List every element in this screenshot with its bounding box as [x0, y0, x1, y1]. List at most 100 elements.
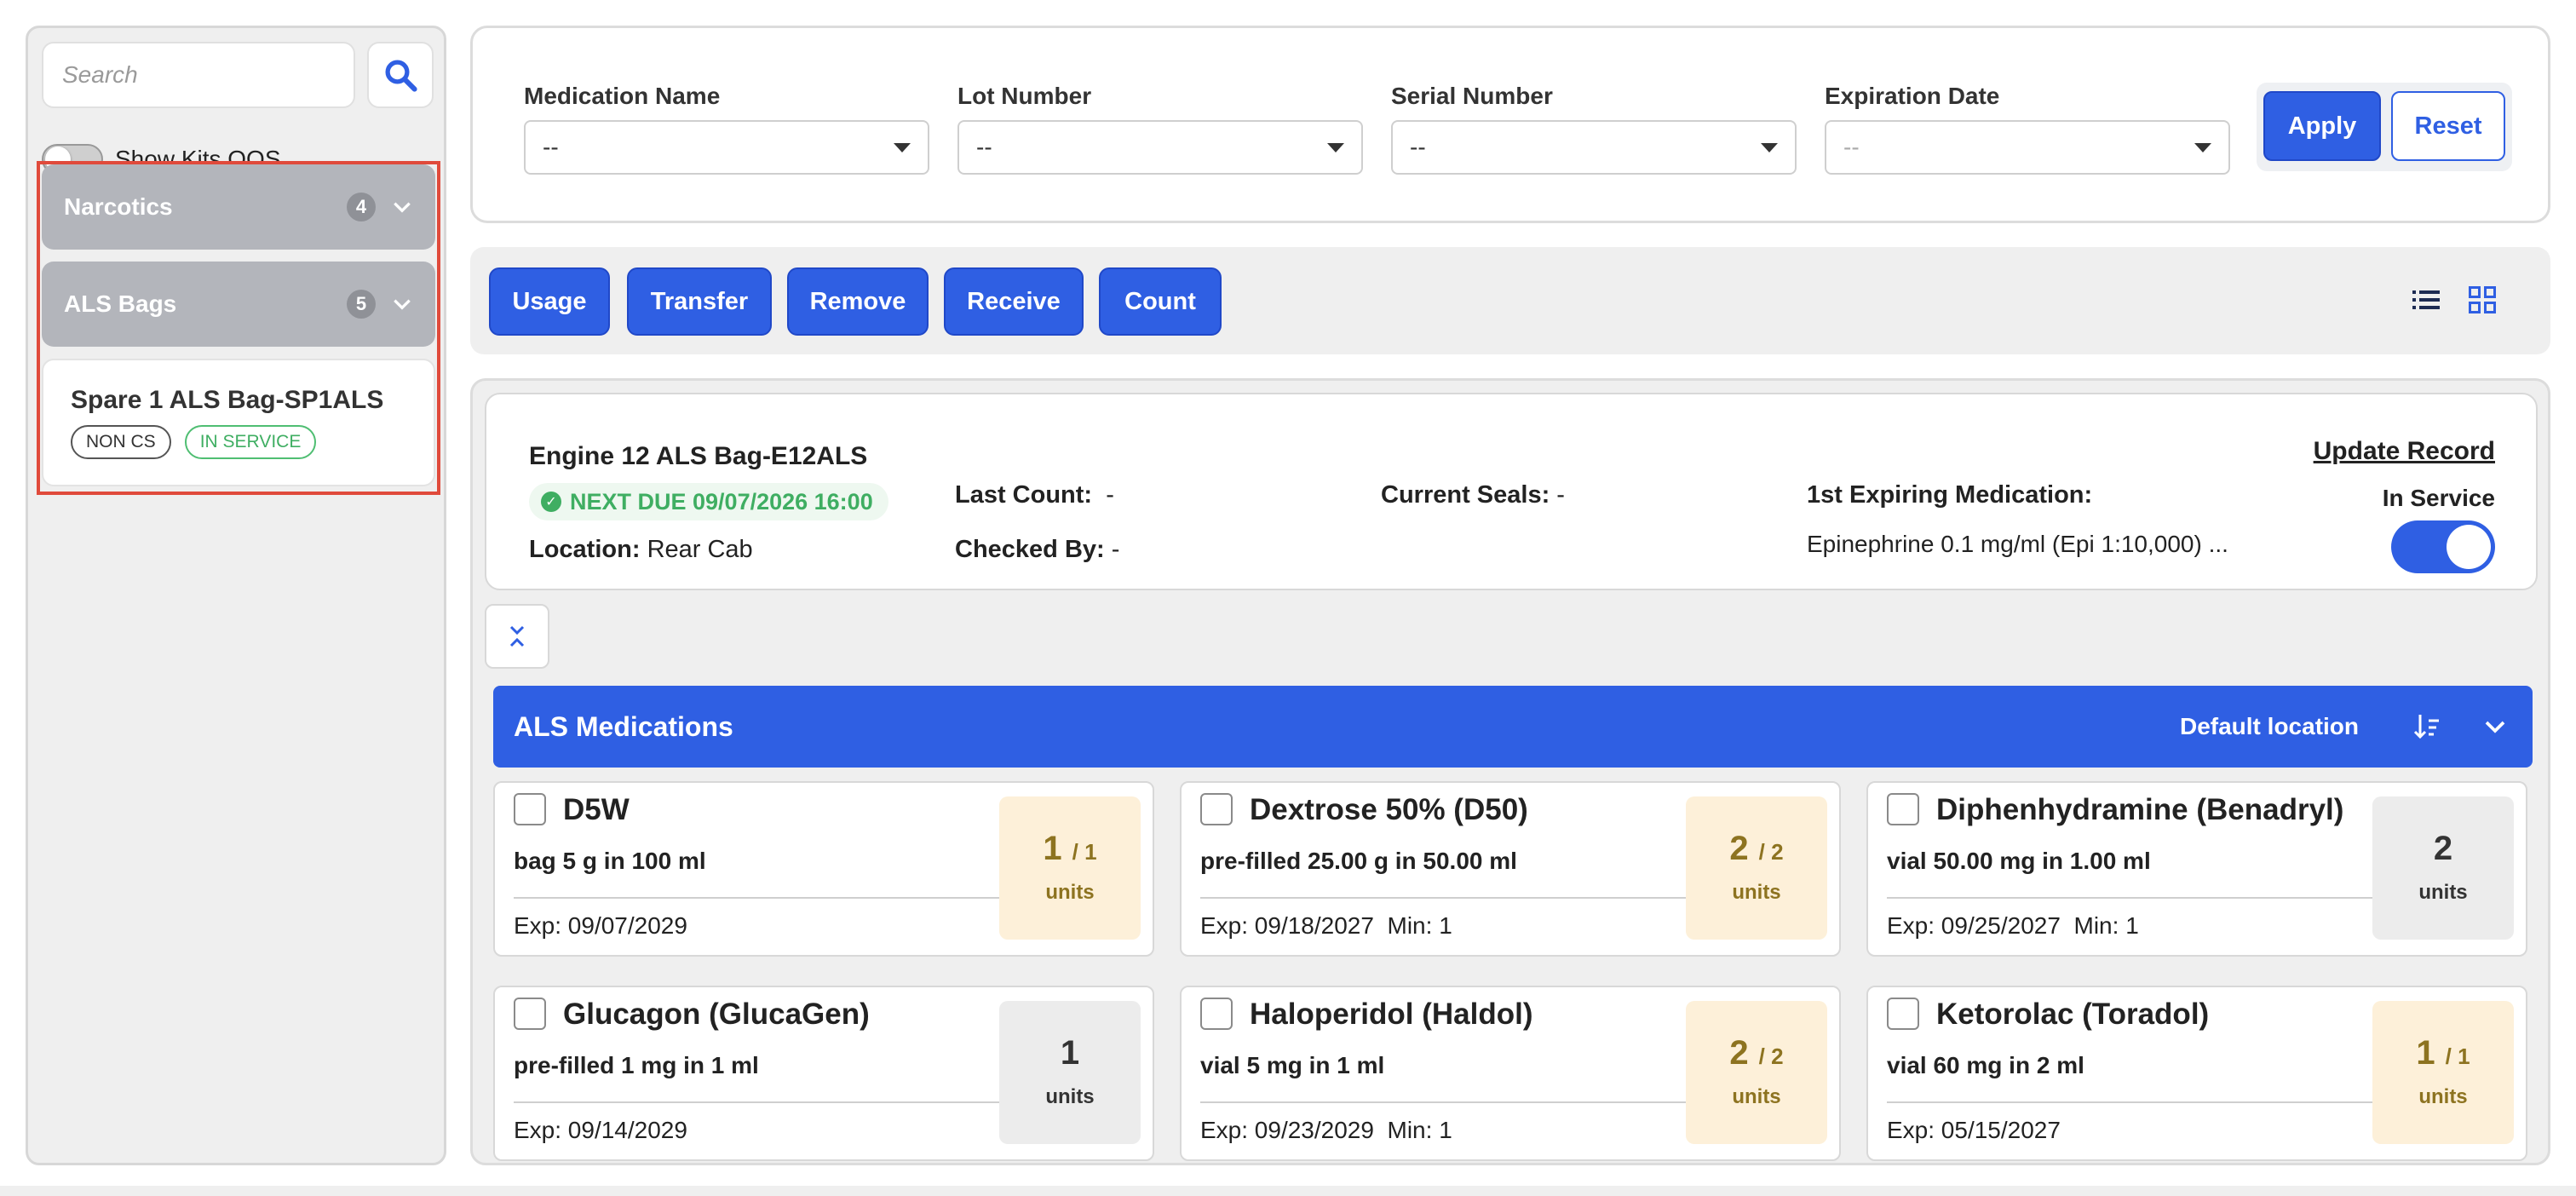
non-cs-badge: NON CS	[71, 425, 171, 459]
medication-name: D5W	[563, 793, 630, 826]
in-service-toggle[interactable]	[2391, 520, 2495, 573]
medication-checkbox[interactable]	[514, 793, 546, 825]
quantity-box: 2 units	[2372, 796, 2514, 940]
last-count-value: -	[1106, 481, 1114, 509]
list-view-icon[interactable]	[2407, 281, 2445, 319]
min-value: Min: 1	[1387, 912, 1452, 939]
expiration-date-filter: Expiration Date --	[1825, 83, 2230, 175]
chevron-down-icon[interactable]	[2478, 710, 2512, 744]
collapse-all-button[interactable]	[485, 604, 549, 669]
medication-card[interactable]: Ketorolac (Toradol) vial 60 mg in 2 ml Exp…	[1866, 986, 2527, 1161]
select-value: --	[976, 134, 992, 160]
lot-number-filter: Lot Number --	[957, 83, 1363, 175]
expiration-row: Exp: 09/14/2029	[514, 1117, 687, 1144]
usage-button[interactable]: Usage	[489, 267, 610, 336]
in-service-badge: IN SERVICE	[184, 425, 317, 459]
group-label: ALS Bags	[64, 290, 177, 317]
filter-label: Medication Name	[524, 83, 721, 109]
action-bar: Usage Transfer Remove Receive Count	[470, 247, 2550, 354]
expiration-row: Exp: 05/15/2027	[1887, 1117, 2061, 1144]
medication-name-select[interactable]: --	[524, 120, 929, 175]
medication-card[interactable]: D5W bag 5 g in 100 ml Exp: 09/07/2029 1 / 1 u…	[493, 781, 1154, 957]
medication-detail: bag 5 g in 100 ml	[514, 848, 706, 874]
kit-title: Engine 12 ALS Bag-E12ALS	[529, 442, 868, 470]
medication-name: Diphenhydramine (Benadryl)	[1936, 793, 2344, 826]
count-button[interactable]: Count	[1099, 267, 1222, 336]
divider	[1887, 897, 2395, 899]
collapse-chevrons-icon	[509, 625, 525, 647]
chevron-down-icon[interactable]	[391, 293, 413, 315]
search-icon	[385, 60, 417, 92]
medication-checkbox[interactable]	[1887, 793, 1919, 825]
reset-button[interactable]: Reset	[2391, 91, 2505, 161]
medication-checkbox[interactable]	[1200, 998, 1233, 1030]
section-location: Default location	[2179, 713, 2359, 739]
medication-checkbox[interactable]	[514, 998, 546, 1030]
count-badge: 4	[347, 193, 376, 221]
remove-button[interactable]: Remove	[787, 267, 929, 336]
quantity-unit: units	[1045, 881, 1095, 904]
group-label: Narcotics	[64, 193, 173, 220]
medication-detail: pre-filled 1 mg in 1 ml	[514, 1052, 759, 1078]
apply-button[interactable]: Apply	[2263, 91, 2381, 161]
medication-checkbox[interactable]	[1887, 998, 1919, 1030]
quantity-unit: units	[1045, 1085, 1095, 1108]
medication-card[interactable]: Diphenhydramine (Benadryl) vial 50.00 mg …	[1866, 781, 2527, 957]
medication-card[interactable]: Dextrose 50% (D50) pre-filled 25.00 g in …	[1180, 781, 1841, 957]
search-input[interactable]: Search	[42, 42, 355, 108]
quantity-total: / 2	[1758, 1044, 1784, 1069]
medication-detail: vial 50.00 mg in 1.00 ml	[1887, 848, 2151, 874]
group-als-bags[interactable]: ALS Bags 5	[42, 262, 435, 347]
caret-down-icon	[894, 142, 911, 152]
search-button[interactable]	[367, 42, 434, 108]
sort-icon[interactable]	[2410, 710, 2444, 744]
transfer-button[interactable]: Transfer	[627, 267, 772, 336]
check-circle-icon: ✓	[541, 492, 561, 512]
kit-list-item[interactable]: Spare 1 ALS Bag-SP1ALS NON CS IN SERVICE	[42, 359, 435, 486]
filter-label: Lot Number	[957, 83, 1092, 109]
medication-checkbox[interactable]	[1200, 793, 1233, 825]
divider	[514, 1101, 1021, 1103]
quantity-box: 2 / 2 units	[1686, 1001, 1827, 1144]
serial-number-filter: Serial Number --	[1391, 83, 1797, 175]
quantity-box: 1 units	[999, 1001, 1141, 1144]
current-seals-field: Current Seals: -	[1381, 481, 1565, 509]
filter-button-group: Apply Reset	[2257, 83, 2512, 171]
select-value: --	[543, 134, 559, 160]
medication-name-filter: Medication Name --	[524, 83, 929, 175]
medication-name: Glucagon (GlucaGen)	[563, 998, 870, 1031]
quantity-value: 1	[1043, 830, 1062, 867]
medication-card[interactable]: Haloperidol (Haldol) vial 5 mg in 1 ml Exp…	[1180, 986, 1841, 1161]
receive-button[interactable]: Receive	[944, 267, 1084, 336]
checked-by-field: Checked By: -	[955, 536, 1119, 564]
divider	[1887, 1101, 2395, 1103]
filter-panel: Medication Name -- Lot Number -- Serial …	[470, 26, 2550, 223]
divider	[514, 897, 1021, 899]
caret-down-icon	[2194, 142, 2211, 152]
in-service-label: In Service	[2382, 485, 2495, 511]
quantity-box: 1 / 1 units	[2372, 1001, 2514, 1144]
filter-label: Expiration Date	[1825, 83, 2000, 109]
location-label: Location:	[529, 536, 641, 563]
chevron-down-icon[interactable]	[391, 196, 413, 218]
medication-card[interactable]: Glucagon (GlucaGen) pre-filled 1 mg in 1 …	[493, 986, 1154, 1161]
filter-label: Serial Number	[1391, 83, 1553, 109]
lot-number-select[interactable]: --	[957, 120, 1363, 175]
current-seals-label: Current Seals:	[1381, 481, 1550, 509]
grid-view-icon[interactable]	[2464, 281, 2501, 319]
expiration-date-select[interactable]: --	[1825, 120, 2230, 175]
first-expiring-label: 1st Expiring Medication:	[1807, 481, 2093, 509]
checked-by-value: -	[1111, 536, 1120, 563]
als-medications-header[interactable]: ALS Medications Default location	[493, 686, 2533, 768]
caret-down-icon	[1761, 142, 1778, 152]
quantity-unit: units	[2418, 881, 2468, 904]
section-title: ALS Medications	[514, 710, 733, 742]
group-narcotics[interactable]: Narcotics 4	[42, 164, 435, 250]
update-record-link[interactable]: Update Record	[2314, 437, 2495, 466]
expiration-date: Exp: 09/07/2029	[514, 912, 687, 939]
quantity-value: 2	[2433, 830, 2453, 867]
divider	[1200, 1101, 1708, 1103]
expiration-date: Exp: 05/15/2027	[1887, 1117, 2061, 1143]
select-value: --	[1410, 134, 1426, 160]
serial-number-select[interactable]: --	[1391, 120, 1797, 175]
